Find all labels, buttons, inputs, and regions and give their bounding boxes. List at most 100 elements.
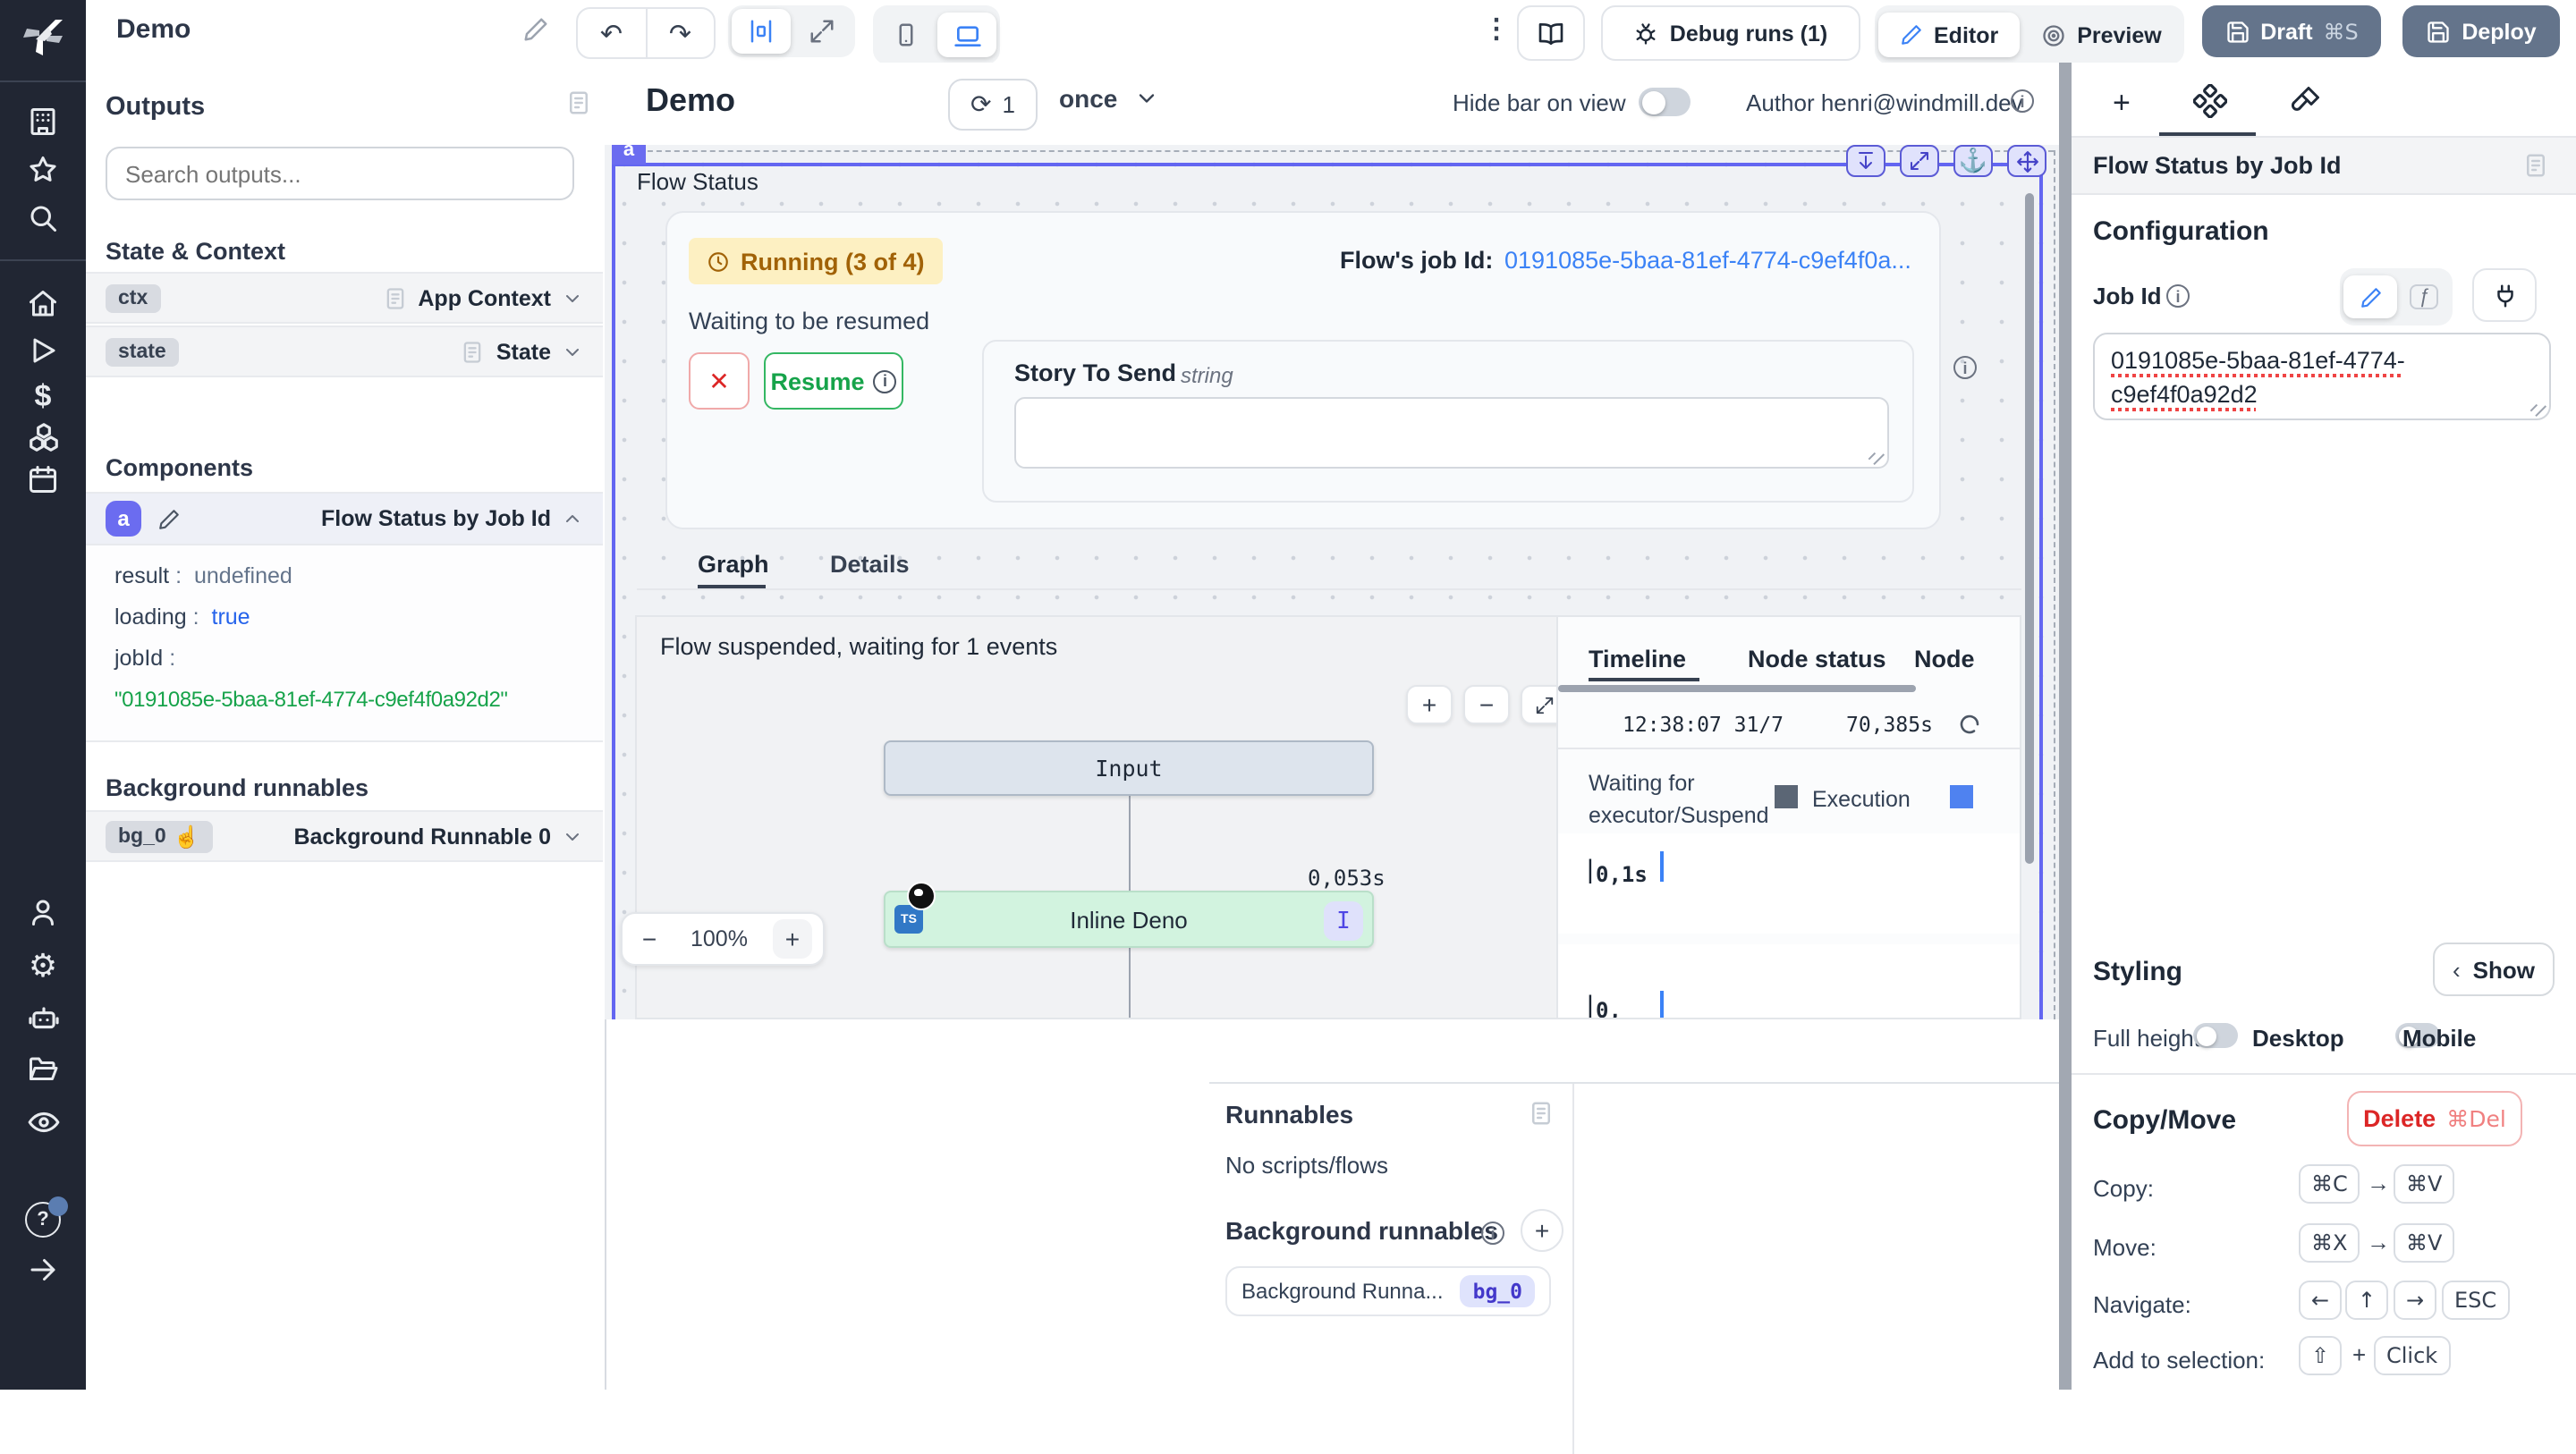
debug-runs-button[interactable]: Debug runs (1) bbox=[1601, 5, 1860, 61]
styling-tab[interactable] bbox=[2290, 84, 2322, 116]
canvas-vscrollbar[interactable] bbox=[2025, 193, 2033, 864]
workspace-icon[interactable] bbox=[0, 106, 86, 138]
schedules-calendar-icon[interactable] bbox=[0, 463, 86, 495]
docs-book-button[interactable] bbox=[1517, 5, 1585, 61]
story-textarea[interactable] bbox=[1014, 397, 1889, 469]
tab-preview[interactable]: Preview bbox=[2021, 13, 2182, 57]
component-settings-tab[interactable] bbox=[2193, 84, 2227, 118]
audit-eye-icon[interactable] bbox=[0, 1105, 86, 1139]
author-label: Author henri@windmill.dev bbox=[1746, 89, 2023, 116]
output-key[interactable]: result bbox=[114, 563, 169, 588]
refresh-button[interactable]: ⟳ 1 bbox=[948, 79, 1038, 131]
resources-cubes-icon[interactable] bbox=[0, 420, 86, 454]
connect-plug-button[interactable] bbox=[2472, 268, 2537, 322]
draft-button[interactable]: Draft ⌘S bbox=[2202, 5, 2381, 57]
output-key[interactable]: jobId bbox=[114, 646, 163, 671]
settings-gear-icon[interactable]: ⚙ bbox=[0, 948, 86, 985]
app-canvas[interactable]: a ⚓ Flow Status Running (3 of 4) Flow's … bbox=[605, 145, 2059, 1019]
output-key[interactable]: loading bbox=[114, 604, 187, 630]
fullwidth-layout-icon[interactable] bbox=[792, 9, 852, 54]
variables-dollar-icon[interactable]: $ bbox=[0, 379, 86, 415]
tab-editor[interactable]: Editor bbox=[1878, 13, 2020, 57]
mobile-label: Mobile bbox=[2402, 1025, 2476, 1052]
component-id-badge: a bbox=[106, 501, 141, 537]
mobile-view-icon[interactable] bbox=[877, 13, 936, 57]
runs-play-icon[interactable] bbox=[0, 334, 86, 367]
redo-button[interactable]: ↷ bbox=[647, 9, 714, 57]
favorites-star-icon[interactable] bbox=[0, 154, 86, 186]
notification-badge bbox=[48, 1196, 68, 1216]
deploy-button[interactable]: Deploy bbox=[2402, 5, 2560, 57]
cancel-x-button[interactable]: ✕ bbox=[689, 352, 750, 410]
component-row-a[interactable]: a Flow Status by Job Id bbox=[86, 492, 603, 545]
fullscreen-button[interactable] bbox=[1900, 145, 1939, 177]
windmill-logo[interactable] bbox=[0, 13, 86, 59]
folders-icon[interactable] bbox=[0, 1053, 86, 1086]
delete-button[interactable]: Delete ⌘Del bbox=[2347, 1091, 2522, 1146]
centered-layout-icon[interactable] bbox=[732, 9, 791, 54]
insert-component-tab[interactable]: + bbox=[2113, 86, 2131, 122]
static-input-pencil-icon[interactable] bbox=[2343, 275, 2397, 318]
job-id-info-icon[interactable]: i bbox=[2166, 284, 2190, 308]
timeline-hscrollbar[interactable] bbox=[1558, 685, 1916, 692]
schedule-dropdown[interactable]: once bbox=[1059, 84, 1158, 113]
expand-down-button[interactable] bbox=[1846, 145, 1885, 177]
collapse-arrow-icon[interactable] bbox=[0, 1254, 86, 1286]
graph-node-input[interactable]: Input bbox=[884, 740, 1374, 796]
graph-node-inline-deno[interactable]: TS Inline Deno I bbox=[884, 891, 1374, 948]
tab-timeline-underline bbox=[1589, 678, 1699, 681]
runnables-doc-icon[interactable] bbox=[1528, 1100, 1555, 1127]
search-outputs-input[interactable] bbox=[106, 147, 574, 200]
more-menu-icon[interactable]: ⋮ bbox=[1483, 13, 1510, 45]
move-button[interactable] bbox=[2007, 145, 2046, 177]
flow-job-id-link[interactable]: 0191085e-5baa-81ef-4774-c9ef4f0a... bbox=[1504, 247, 1916, 274]
anchor-button[interactable]: ⚓ bbox=[1953, 145, 1993, 177]
rename-pencil-icon[interactable] bbox=[522, 16, 549, 43]
panel-resizer[interactable] bbox=[2059, 63, 2072, 1390]
show-styling-button[interactable]: ‹ Show bbox=[2433, 943, 2555, 996]
graph-zoom-in-button[interactable]: + bbox=[1406, 685, 1453, 724]
tab-node-status[interactable]: Node status bbox=[1748, 646, 1886, 672]
add-bg-runnable-button[interactable]: + bbox=[1521, 1209, 1563, 1252]
zoom-out-button[interactable]: − bbox=[633, 925, 665, 953]
refresh-count: 1 bbox=[1003, 91, 1015, 118]
zoom-in-button[interactable]: + bbox=[773, 919, 812, 959]
bg-runnable-row[interactable]: bg_0☝ Background Runnable 0 bbox=[86, 810, 603, 862]
desktop-label: Desktop bbox=[2252, 1025, 2344, 1052]
tab-node-def[interactable]: Node bbox=[1914, 646, 1975, 672]
state-row[interactable]: state State bbox=[86, 325, 603, 377]
job-id-input[interactable]: 0191085e-5baa-81ef-4774- c9ef4f0a92d2 bbox=[2093, 333, 2551, 420]
desktop-view-icon[interactable] bbox=[937, 13, 996, 57]
home-icon[interactable] bbox=[0, 288, 86, 320]
component-info-icon[interactable]: i bbox=[1953, 356, 1977, 379]
doc-icon[interactable] bbox=[382, 285, 407, 310]
author-info-icon[interactable]: i bbox=[2011, 89, 2034, 113]
workers-robot-icon[interactable] bbox=[0, 1002, 86, 1036]
full-height-toggle[interactable] bbox=[2193, 1023, 2238, 1048]
bg-runnables-info-icon[interactable]: i bbox=[1481, 1222, 1504, 1245]
tab-details[interactable]: Details bbox=[830, 551, 910, 578]
tab-graph[interactable]: Graph bbox=[698, 551, 769, 578]
app-bounds-dashed-top bbox=[612, 150, 2054, 152]
graph-edge bbox=[1129, 948, 1131, 1019]
resize-handle[interactable] bbox=[1863, 444, 1885, 465]
resize-handle[interactable] bbox=[2525, 395, 2546, 417]
tab-timeline[interactable]: Timeline bbox=[1589, 646, 1686, 672]
resume-button[interactable]: Resume i bbox=[764, 352, 903, 410]
component-doc-icon[interactable] bbox=[2522, 152, 2549, 179]
hide-bar-label: Hide bar on view bbox=[1453, 89, 1626, 116]
edit-id-pencil-icon[interactable] bbox=[157, 507, 181, 530]
bg-runnable-card[interactable]: Background Runna... bg_0 bbox=[1225, 1266, 1551, 1316]
users-icon[interactable] bbox=[0, 896, 86, 928]
search-icon[interactable] bbox=[0, 202, 86, 234]
help-icon[interactable]: ? bbox=[0, 1202, 86, 1238]
graph-zoom-out-button[interactable]: − bbox=[1463, 685, 1510, 724]
ctx-row[interactable]: ctx App Context bbox=[86, 272, 603, 324]
undo-button[interactable]: ↶ bbox=[578, 9, 647, 57]
hide-bar-toggle[interactable] bbox=[1639, 88, 1690, 116]
doc-icon[interactable] bbox=[461, 339, 486, 364]
eval-input-fx-icon[interactable]: ƒ bbox=[2399, 275, 2449, 318]
outputs-doc-icon[interactable] bbox=[565, 89, 592, 116]
app-canvas-title: Demo bbox=[646, 82, 735, 120]
timeline-start-time: 12:38:07 31/7 bbox=[1623, 712, 1784, 737]
